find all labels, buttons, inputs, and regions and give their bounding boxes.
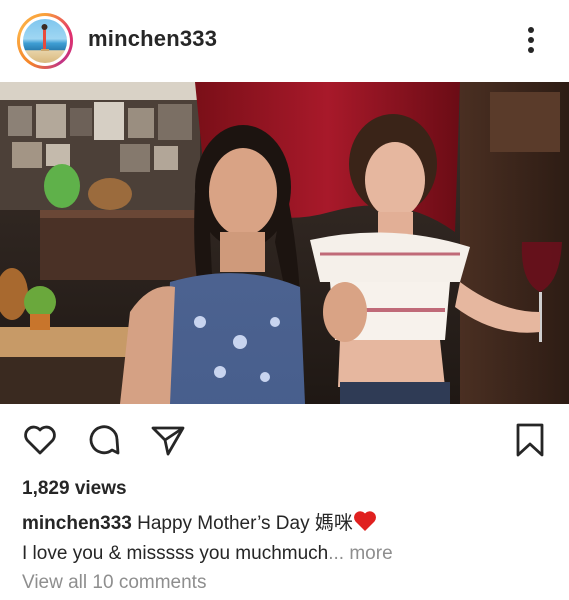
send-icon	[151, 426, 185, 456]
caption-username[interactable]: minchen333	[22, 513, 132, 534]
caption-ellipsis: ...	[328, 543, 345, 564]
view-comments-link[interactable]: View all 10 comments	[22, 572, 206, 594]
username[interactable]: minchen333	[88, 26, 217, 52]
like-button[interactable]	[22, 422, 58, 458]
more-options-button[interactable]	[516, 22, 546, 58]
caption-line-2: I love you & misssss you muchmuch	[22, 543, 329, 564]
post-video[interactable]	[0, 82, 569, 404]
post-header: minchen333	[0, 0, 569, 82]
avatar[interactable]	[17, 13, 73, 69]
comment-button[interactable]	[86, 422, 122, 458]
comment-icon	[89, 425, 120, 455]
view-count[interactable]: 1,829 views	[22, 478, 127, 500]
bookmark-icon	[516, 423, 544, 457]
caption: minchen333 Happy Mother’s Day 媽咪 I love …	[22, 509, 552, 569]
more-link[interactable]: more	[349, 543, 392, 564]
caption-text: Happy Mother’s Day 媽咪	[137, 513, 353, 534]
avatar-border	[20, 16, 70, 66]
save-button[interactable]	[512, 422, 548, 458]
post-actions	[0, 404, 569, 474]
heart-icon	[24, 425, 56, 455]
more-vertical-icon	[528, 27, 534, 53]
red-heart-icon	[353, 511, 376, 531]
avatar-image	[23, 19, 67, 63]
share-button[interactable]	[150, 422, 186, 458]
video-frame	[0, 82, 569, 404]
